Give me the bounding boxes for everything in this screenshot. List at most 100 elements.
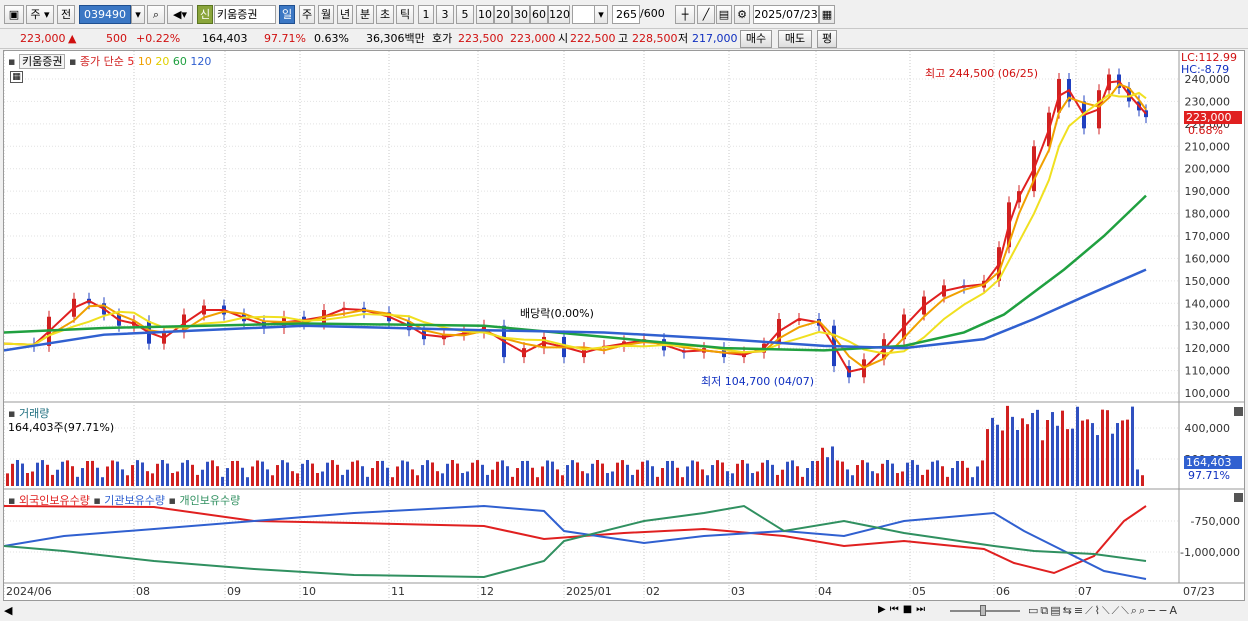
volume-bar: [136, 460, 139, 486]
table-toggle-icon[interactable]: ▦: [10, 71, 23, 83]
chart-area[interactable]: 2024/06 08 09 10 11 12 2025/01 02 03 04 05 06 07 07/2…: [3, 50, 1245, 601]
sound-icon[interactable]: ◀▾: [167, 5, 193, 24]
volume-close-icon[interactable]: [1234, 407, 1243, 416]
volume-tick-label: 400,000: [1185, 422, 1231, 435]
settings-gear-icon[interactable]: ⚙: [734, 5, 750, 24]
holding-tick-label: -750,000: [1191, 515, 1240, 528]
tick-5[interactable]: 5: [456, 5, 474, 24]
volume-bar: [796, 466, 799, 486]
volume-bar: [61, 461, 64, 486]
y-tick-label: 120,000: [1185, 342, 1231, 355]
volume-bar: [996, 424, 999, 486]
volume-bar: [1071, 428, 1074, 486]
range-minute[interactable]: 분: [356, 5, 374, 24]
individual-holding[interactable]: 개인보유수량: [179, 494, 240, 507]
volume-bar: [541, 466, 544, 486]
date-input[interactable]: 2025/07/23: [753, 5, 819, 24]
count-input[interactable]: 265: [612, 5, 640, 24]
volume-bar: [511, 476, 514, 486]
volume-bar: [1041, 440, 1044, 486]
volume-bar: [1026, 424, 1029, 486]
tick-3[interactable]: 3: [436, 5, 454, 24]
evaluate-button[interactable]: 평: [817, 30, 837, 48]
volume-bar: [1141, 475, 1144, 486]
change-percent: +0.22%: [136, 32, 181, 45]
volume-bar: [101, 477, 104, 486]
credit-badge: 신: [197, 5, 213, 24]
sell-button[interactable]: 매도: [778, 30, 812, 48]
stock-name-field[interactable]: 키움증권: [214, 5, 276, 24]
volume-bar: [231, 461, 234, 486]
prev-button[interactable]: 전: [57, 5, 75, 24]
save-icon[interactable]: ▤: [716, 5, 732, 24]
range-month[interactable]: 월: [318, 5, 334, 24]
volume-bar: [351, 461, 354, 486]
hc-value: HC:-8.79: [1181, 63, 1230, 76]
chart-menu-icon[interactable]: ▣: [4, 5, 24, 24]
volume-bar: [626, 464, 629, 486]
volume-bar: [1131, 406, 1134, 486]
ma-20[interactable]: 20: [155, 55, 169, 68]
stock-code-input[interactable]: 039490: [79, 5, 131, 24]
range-year[interactable]: 년: [337, 5, 353, 24]
volume-bar: [276, 465, 279, 486]
volume-bar: [686, 466, 689, 486]
tick-10[interactable]: 10: [476, 5, 494, 24]
range-tick[interactable]: 틱: [396, 5, 414, 24]
stock-tag[interactable]: 키움증권: [18, 54, 66, 69]
volume-bar: [901, 471, 904, 486]
volume-bar: [636, 469, 639, 486]
volume-value-label: 164,403주(97.71%): [8, 421, 115, 434]
trendline-icon[interactable]: ╱: [697, 5, 715, 24]
range-day[interactable]: 일: [279, 5, 295, 24]
volume-last-tag: 164,403: [1184, 456, 1242, 469]
legend-marker: ▪: [93, 494, 101, 507]
ma-5[interactable]: 5: [127, 55, 134, 68]
range-second[interactable]: 초: [376, 5, 394, 24]
calendar-icon[interactable]: ▦: [819, 5, 835, 24]
volume-bar: [881, 463, 884, 486]
volume-bar: [611, 471, 614, 486]
ma-title[interactable]: 종가 단순: [80, 55, 124, 68]
volume-bar: [501, 460, 504, 486]
x-tick-label: 2024/06: [6, 585, 52, 598]
volume-bar: [496, 461, 499, 486]
range-week[interactable]: 주: [299, 5, 315, 24]
playback-controls[interactable]: ▶⏮■⏭: [878, 604, 929, 615]
volume-bar: [296, 473, 299, 486]
drawing-tools[interactable]: ▭⧉▤⇆≡⟋⌇⟍⟋⟍⌕⌕−−A: [1028, 604, 1179, 618]
ma10-line: [4, 83, 1147, 369]
chart-canvas[interactable]: 2024/06 08 09 10 11 12 2025/01 02 03 04 05 06 07 07/2…: [4, 51, 1244, 600]
tick-60[interactable]: 60: [530, 5, 548, 24]
tick-30[interactable]: 30: [512, 5, 530, 24]
volume-bar: [991, 417, 994, 486]
volume-bar: [621, 460, 624, 486]
period-select[interactable]: 주 ▾: [26, 5, 54, 24]
bottom-toolbar: ◀ ▶⏮■⏭ ▭⧉▤⇆≡⟋⌇⟍⟋⟍⌕⌕−−A: [0, 601, 1248, 621]
code-dropdown-icon[interactable]: ▾: [131, 5, 145, 24]
volume-bar: [401, 460, 404, 486]
tick-20[interactable]: 20: [494, 5, 512, 24]
volume-bar: [746, 463, 749, 486]
scroll-left-icon[interactable]: ◀: [4, 604, 12, 617]
interval-dropdown-icon[interactable]: ▾: [594, 5, 608, 24]
volume-bar: [191, 464, 194, 486]
buy-button[interactable]: 매수: [740, 30, 772, 48]
ma-60[interactable]: 60: [173, 55, 187, 68]
tick-1[interactable]: 1: [418, 5, 434, 24]
x-tick-label: 07/23: [1183, 585, 1215, 598]
holding-close-icon[interactable]: [1234, 493, 1243, 502]
volume-bar: [141, 462, 144, 486]
ma-10[interactable]: 10: [138, 55, 152, 68]
foreign-holding[interactable]: 외국인보유수량: [19, 494, 90, 507]
search-icon[interactable]: ⌕: [147, 5, 165, 24]
volume-bar: [521, 460, 524, 486]
volume-bar: [1136, 469, 1139, 486]
institution-holding[interactable]: 기관보유수량: [104, 494, 165, 507]
volume-bar: [451, 460, 454, 486]
ma-120[interactable]: 120: [190, 55, 211, 68]
x-tick-label: 10: [302, 585, 316, 598]
candle-type-icon[interactable]: ┼: [675, 5, 695, 24]
tick-120[interactable]: 120: [548, 5, 570, 24]
zoom-slider-thumb[interactable]: [980, 605, 986, 616]
